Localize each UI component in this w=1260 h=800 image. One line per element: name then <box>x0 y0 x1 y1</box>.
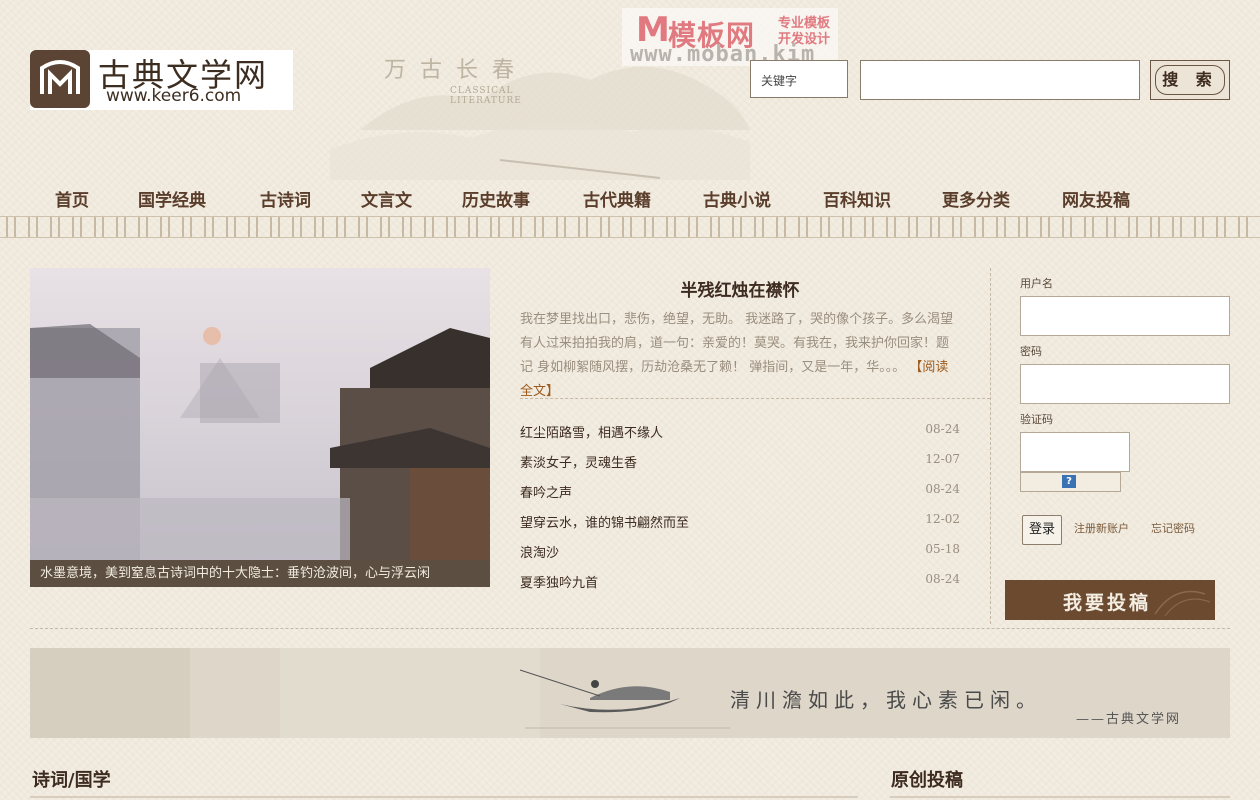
watermark: M 模板网 专业模板 开发设计 www.moban.kim <box>622 8 838 67</box>
site-header: M 模板网 专业模板 开发设计 www.moban.kim 古典文学网 www.… <box>0 0 1260 238</box>
tagline-chinese: 万古长春 <box>384 58 529 83</box>
captcha-image[interactable]: ? <box>1020 472 1121 492</box>
nav-item-classics[interactable]: 国学经典 <box>138 186 206 211</box>
article-title[interactable]: 半残红烛在襟怀 <box>520 276 960 301</box>
list-item-title[interactable]: 浪淘沙 <box>520 542 559 561</box>
list-item[interactable]: 素淡女子，灵魂生香 12-07 <box>520 452 960 476</box>
search-input[interactable] <box>860 60 1140 100</box>
section-rule-right <box>890 796 1230 798</box>
section-title-poetry[interactable]: 诗词/国学 <box>32 766 111 792</box>
poem-banner: 清川澹如此，我心素已闲。 ——古典文学网 <box>30 648 1230 738</box>
logo-url: www.keer6.com <box>106 86 242 106</box>
captcha-label: 验证码 <box>1020 413 1053 426</box>
tagline-english: CLASSICAL LITERATURE <box>450 86 522 106</box>
section-title-original[interactable]: 原创投稿 <box>891 766 963 792</box>
list-item[interactable]: 浪淘沙 05-18 <box>520 542 960 566</box>
section-rule-left <box>30 796 858 798</box>
fret-pattern-divider <box>0 216 1260 238</box>
list-item-date: 05-18 <box>925 542 960 556</box>
site-logo[interactable]: 古典文学网 www.keer6.com <box>30 50 293 110</box>
nav-item-encyclopedia[interactable]: 百科知识 <box>823 186 891 211</box>
list-item-date: 12-02 <box>925 512 960 526</box>
list-item-title[interactable]: 夏季独吟九首 <box>520 572 598 591</box>
tagline: 万古长春 CLASSICAL LITERATURE <box>380 50 580 106</box>
list-item-title[interactable]: 素淡女子，灵魂生香 <box>520 452 637 471</box>
list-item-date: 08-24 <box>925 422 960 436</box>
banner-quote: 清川澹如此，我心素已闲。 <box>730 688 1042 712</box>
forgot-password-link[interactable]: 忘记密码 <box>1151 520 1195 536</box>
list-item-title[interactable]: 望穿云水，谁的锦书翩然而至 <box>520 512 689 531</box>
list-item[interactable]: 春吟之声 08-24 <box>520 482 960 506</box>
submit-article-label: 我要投稿 <box>1063 592 1152 614</box>
banner-signature: ——古典文学网 <box>1076 712 1182 727</box>
nav-item-more[interactable]: 更多分类 <box>942 186 1010 211</box>
nav-item-classic-novels[interactable]: 古典小说 <box>703 186 771 211</box>
username-input[interactable] <box>1020 296 1230 336</box>
nav-item-submissions[interactable]: 网友投稿 <box>1062 186 1130 211</box>
article-divider <box>520 398 990 399</box>
nav-item-ancient-books[interactable]: 古代典籍 <box>583 186 651 211</box>
search-button[interactable]: 搜 索 <box>1150 60 1230 100</box>
nav-item-home[interactable]: 首页 <box>55 186 89 211</box>
article-excerpt: 我在梦里找出口，悲伤，绝望，无助。 我迷路了，哭的像个孩子。多么渴望有人过来拍拍… <box>520 308 960 404</box>
nav-item-classical-chinese[interactable]: 文言文 <box>361 186 412 211</box>
list-item-date: 08-24 <box>925 572 960 586</box>
list-item-title[interactable]: 春吟之声 <box>520 482 572 501</box>
search-keyword-select[interactable]: 关键字 <box>750 60 848 98</box>
submit-article-button[interactable]: 我要投稿 <box>1005 580 1215 620</box>
section-divider <box>30 628 1230 629</box>
password-input[interactable] <box>1020 364 1230 404</box>
captcha-input[interactable] <box>1020 432 1130 472</box>
password-label: 密码 <box>1020 345 1042 358</box>
captcha-help-icon: ? <box>1062 475 1076 488</box>
list-item[interactable]: 望穿云水，谁的锦书翩然而至 12-02 <box>520 512 960 536</box>
list-item[interactable]: 夏季独吟九首 08-24 <box>520 572 960 596</box>
featured-image[interactable] <box>30 268 490 560</box>
register-link[interactable]: 注册新账户 <box>1074 520 1129 536</box>
column-divider <box>990 268 991 624</box>
login-button[interactable]: 登录 <box>1022 515 1062 545</box>
list-item-date: 08-24 <box>925 482 960 496</box>
list-item[interactable]: 红尘陌路雪，相遇不缘人 08-24 <box>520 422 960 446</box>
featured-caption[interactable]: 水墨意境，美到窒息古诗词中的十大隐士：垂钓沧波间，心与浮云闲 <box>30 560 490 587</box>
username-label: 用户名 <box>1020 277 1053 290</box>
list-item-date: 12-07 <box>925 452 960 466</box>
search-button-label: 搜 索 <box>1155 65 1225 95</box>
article-excerpt-text: 我在梦里找出口，悲伤，绝望，无助。 我迷路了，哭的像个孩子。多么渴望有人过来拍拍… <box>520 312 954 375</box>
nav-item-poetry[interactable]: 古诗词 <box>260 186 311 211</box>
nav-item-history-stories[interactable]: 历史故事 <box>462 186 530 211</box>
logo-emblem-icon <box>30 50 90 108</box>
list-item-title[interactable]: 红尘陌路雪，相遇不缘人 <box>520 422 663 441</box>
